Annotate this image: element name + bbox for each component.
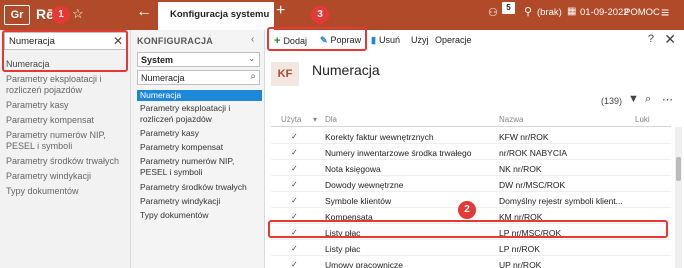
col-nazwa[interactable]: Nazwa bbox=[499, 115, 523, 124]
cell-nazwa: LP nr/ROK bbox=[499, 244, 540, 254]
config-nav-panel: KONFIGURACJA ‹ System ⌄ Numeracja ⌕ Nume… bbox=[131, 30, 265, 268]
left-result-item[interactable]: Parametry numerów NIP, PESEL i symboli bbox=[6, 130, 126, 152]
cell-nazwa: NK nr/ROK bbox=[499, 164, 542, 174]
annotation-marker-3: 3 bbox=[311, 6, 329, 24]
nav-item-numeracja[interactable]: Numeracja bbox=[137, 90, 262, 101]
table-row[interactable]: ✓ Numery inwentarzowe środka trwałego nr/R… bbox=[271, 146, 671, 160]
cell-nazwa: nr/ROK NABYCIA bbox=[499, 148, 568, 158]
col-dla[interactable]: Dla bbox=[325, 115, 337, 124]
check-icon: ✓ bbox=[291, 180, 298, 189]
cell-nazwa: Domyślny rejestr symboli klient... bbox=[499, 196, 623, 206]
table-row[interactable]: ✓ Listy płac LP nr/ROK bbox=[271, 242, 671, 256]
collapse-panel-icon[interactable]: ‹ bbox=[251, 34, 254, 45]
uzyj-button[interactable]: Użyj bbox=[411, 35, 429, 45]
col-uzyta[interactable]: Użyta bbox=[281, 115, 301, 124]
cell-nazwa: DW nr/MSC/ROK bbox=[499, 180, 566, 190]
annotation-marker-1: 1 bbox=[52, 6, 70, 24]
record-count: (139) bbox=[601, 96, 623, 106]
check-icon: ✓ bbox=[291, 132, 298, 141]
filter-icon[interactable]: ▼ bbox=[628, 93, 639, 105]
user-label[interactable]: (brak) bbox=[537, 7, 562, 18]
help-icon[interactable]: ? bbox=[648, 33, 654, 45]
system-select-value: System bbox=[141, 55, 174, 65]
page-title: Numeracja bbox=[312, 62, 380, 78]
sort-arrow-icon[interactable]: ▾ bbox=[313, 115, 317, 124]
date-label[interactable]: 01-09-2022 bbox=[580, 7, 629, 18]
check-icon: ✓ bbox=[291, 148, 298, 157]
notifications-icon[interactable]: ⚇ bbox=[488, 6, 498, 19]
nav-item[interactable]: Parametry kompensat bbox=[137, 142, 262, 153]
nav-item[interactable]: Parametry windykacji bbox=[137, 196, 262, 207]
table-row[interactable]: ✓ Nota księgowa NK nr/ROK bbox=[271, 162, 671, 176]
pomoc-link[interactable]: POMOC bbox=[624, 7, 660, 18]
check-icon: ✓ bbox=[291, 196, 298, 205]
star-icon[interactable]: ☆ bbox=[72, 6, 84, 22]
system-select[interactable]: System ⌄ bbox=[137, 52, 260, 67]
table-row[interactable]: ✓ Korekty faktur wewnętrznych KFW nr/ROK bbox=[271, 130, 671, 144]
cell-dla: Umowy pracownicze bbox=[325, 260, 403, 268]
top-bar: Gr Rē 1 ☆ ← Konfiguracja systemu + 3 ⚇ 5… bbox=[0, 0, 684, 30]
left-result-item[interactable]: Parametry kasy bbox=[6, 100, 126, 111]
add-tab-icon[interactable]: + bbox=[276, 2, 285, 20]
calendar-icon[interactable]: ▦ bbox=[567, 6, 576, 17]
tab-konfiguracja-systemu[interactable]: Konfiguracja systemu bbox=[158, 2, 274, 30]
app-logo[interactable]: Gr bbox=[4, 5, 30, 25]
grid-header: Użyta ▾ Dla Nazwa Luki bbox=[271, 113, 671, 127]
highlight-search bbox=[2, 30, 128, 72]
table-row[interactable]: ✓ Umowy pracownicze UP nr/ROK bbox=[271, 258, 671, 268]
left-result-item[interactable]: Parametry eksploatacji i rozliczeń pojaz… bbox=[6, 74, 126, 96]
notifications-badge: 5 bbox=[502, 2, 515, 14]
app-logo-text: Gr bbox=[10, 9, 24, 21]
left-result-item[interactable]: Parametry windykacji bbox=[6, 171, 126, 182]
left-result-item[interactable]: Parametry kompensat bbox=[6, 115, 126, 126]
panel-header: KONFIGURACJA bbox=[137, 36, 214, 46]
cell-dla: Numery inwentarzowe środka trwałego bbox=[325, 148, 472, 158]
menu-icon[interactable]: ≡ bbox=[661, 4, 669, 20]
left-result-item[interactable]: Parametry środków trwałych bbox=[6, 156, 126, 167]
highlight-toolbar-buttons bbox=[267, 27, 367, 51]
operacje-button[interactable]: Operacje bbox=[435, 35, 472, 45]
cell-dla: Korekty faktur wewnętrznych bbox=[325, 132, 434, 142]
config-search-input[interactable]: Numeracja ⌕ bbox=[137, 70, 260, 85]
close-icon[interactable]: ✕ bbox=[664, 31, 676, 48]
nav-item[interactable]: Parametry numerów NIP, PESEL i symboli bbox=[137, 156, 262, 178]
chevron-down-icon: ⌄ bbox=[248, 54, 255, 63]
annotation-marker-2: 2 bbox=[458, 201, 476, 219]
nav-item[interactable]: Typy dokumentów bbox=[137, 210, 262, 221]
back-arrow-icon[interactable]: ← bbox=[136, 3, 152, 21]
cell-dla: Nota księgowa bbox=[325, 164, 381, 174]
check-icon: ✓ bbox=[291, 164, 298, 173]
nav-item[interactable]: Parametry kasy bbox=[137, 128, 262, 139]
cell-nazwa: KFW nr/ROK bbox=[499, 132, 549, 142]
usun-button[interactable]: ▮ Usuń bbox=[371, 35, 400, 46]
config-search-value: Numeracja bbox=[141, 73, 185, 83]
nav-item[interactable]: Parametry środków trwałych bbox=[137, 182, 262, 193]
module-icon: KF bbox=[271, 62, 299, 86]
highlight-row bbox=[268, 220, 668, 238]
check-icon: ✓ bbox=[291, 260, 298, 268]
cell-nazwa: UP nr/ROK bbox=[499, 260, 542, 268]
col-luki[interactable]: Luki bbox=[635, 115, 650, 124]
cell-dla: Symbole klientów bbox=[325, 196, 392, 206]
cell-dla: Dowody wewnętrzne bbox=[325, 180, 404, 190]
vertical-scrollbar[interactable] bbox=[675, 127, 682, 268]
trash-icon: ▮ bbox=[371, 35, 376, 45]
search-icon[interactable]: ⌕ bbox=[645, 93, 651, 106]
table-row[interactable]: ✓ Dowody wewnętrzne DW nr/MSC/ROK bbox=[271, 178, 671, 192]
usun-label: Usuń bbox=[378, 35, 400, 45]
cell-dla: Listy płac bbox=[325, 244, 361, 254]
nav-item[interactable]: Parametry eksploatacji i rozliczeń pojaz… bbox=[137, 103, 262, 125]
user-icon[interactable]: ⚲ bbox=[524, 5, 532, 18]
more-icon[interactable]: ⋯ bbox=[662, 93, 673, 106]
scrollbar-thumb[interactable] bbox=[676, 157, 681, 181]
left-result-item[interactable]: Typy dokumentów bbox=[6, 186, 126, 197]
search-icon[interactable]: ⌕ bbox=[250, 71, 256, 82]
check-icon: ✓ bbox=[291, 244, 298, 253]
